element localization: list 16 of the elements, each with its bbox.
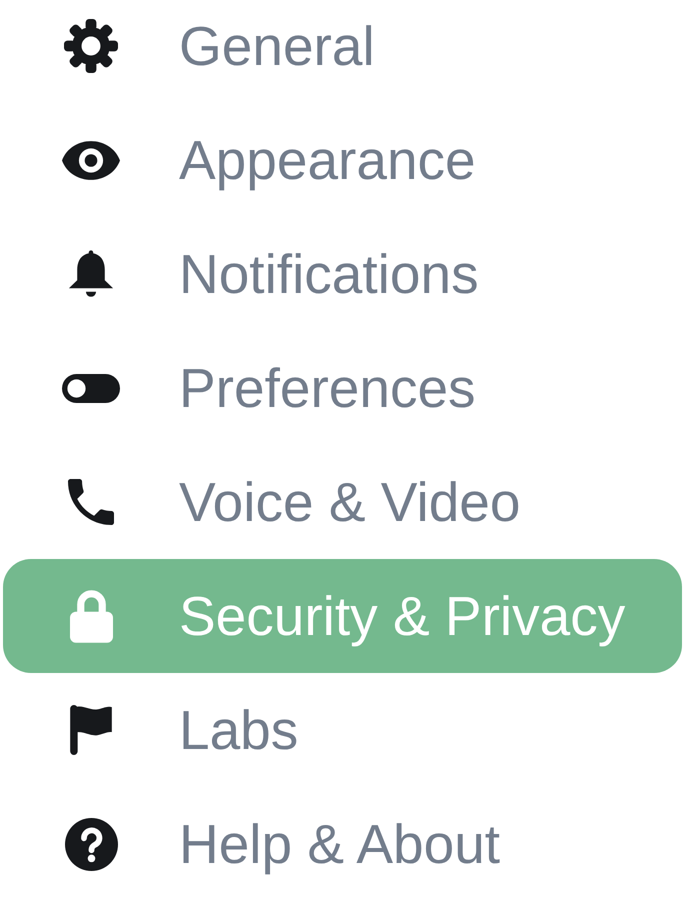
phone-icon	[68, 479, 114, 525]
menu-item[interactable]: Labs	[3, 673, 682, 787]
menu-item[interactable]: General	[3, 0, 682, 103]
menu-item[interactable]: Security & Privacy	[3, 559, 682, 673]
lock-icon	[70, 590, 112, 642]
bell-icon	[68, 248, 114, 300]
menu-item[interactable]: Notifications	[3, 217, 682, 331]
settings-icon	[64, 19, 118, 73]
menu-item[interactable]: Help & About	[3, 787, 682, 901]
menu-item[interactable]: Preferences	[3, 331, 682, 445]
menu-item[interactable]: Voice & Video	[3, 445, 682, 559]
help-icon	[64, 818, 118, 870]
toggle-icon	[62, 374, 120, 402]
eye-icon	[62, 140, 120, 180]
flag-icon	[70, 705, 112, 755]
menu-item[interactable]: Appearance	[3, 103, 682, 217]
